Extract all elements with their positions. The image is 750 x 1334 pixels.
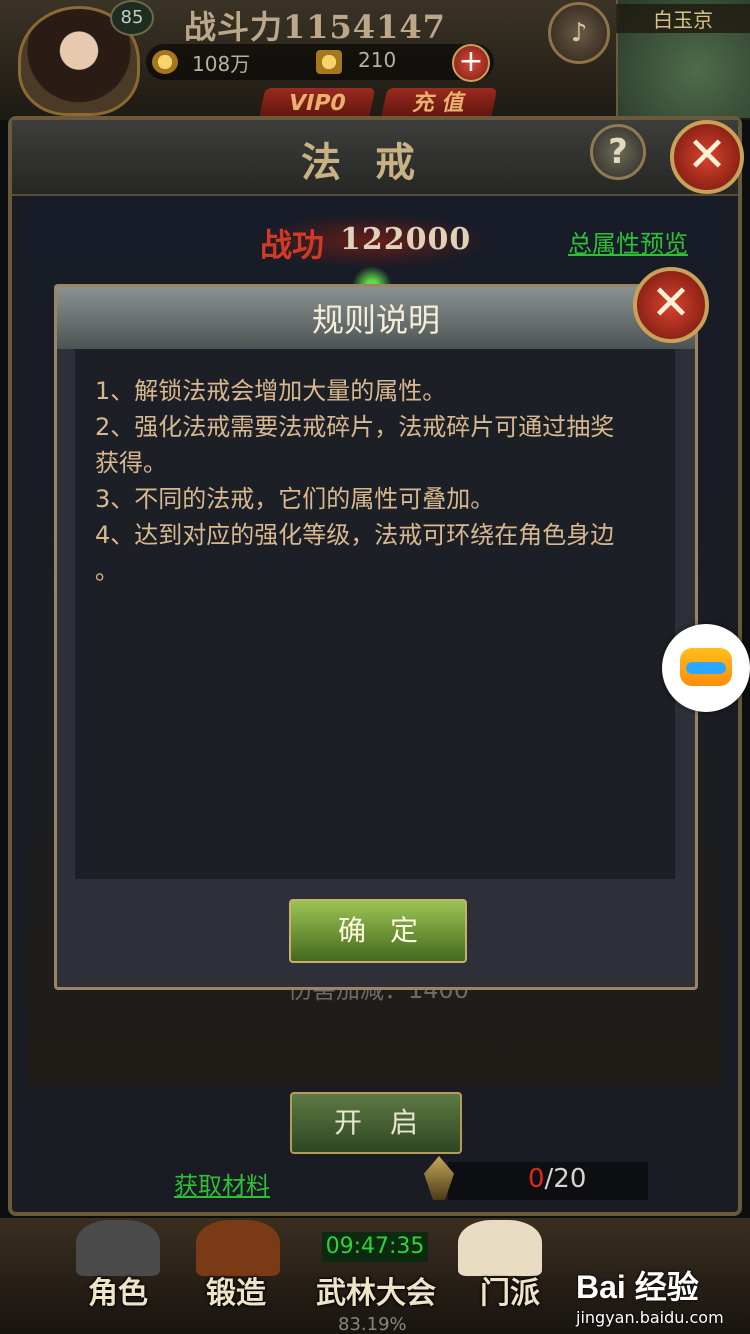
material-need: /20 [544, 1164, 587, 1194]
close-panel-button[interactable]: ✕ [670, 120, 744, 194]
dialog-title: 规则说明 [311, 301, 440, 339]
controller-pad [680, 648, 732, 686]
event-timer: 09:47:35 [322, 1232, 428, 1262]
close-dialog-button[interactable]: ✕ [633, 267, 709, 343]
score-label: 战功 [260, 226, 325, 264]
rules-content: 1、解锁法戒会增加大量的属性。 2、强化法戒需要法戒碎片，法戒碎片可通过抽奖 获… [75, 349, 675, 879]
add-currency-button[interactable]: + [452, 44, 490, 82]
exp-progress: 83.19% [338, 1314, 407, 1334]
rule-line: 。 [95, 557, 119, 585]
rule-line: 获得。 [95, 449, 167, 477]
rule-line: 4、达到对应的强化等级，法戒可环绕在角色身边 [95, 521, 615, 549]
panel-header: 法戒 ? ✕ [12, 120, 744, 196]
open-button[interactable]: 开启 [290, 1092, 462, 1154]
confirm-button[interactable]: 确定 [289, 899, 467, 963]
copper-amount: 108万 [192, 52, 251, 76]
combat-score: 战功 122000 [252, 214, 492, 268]
rule-line: 1、解锁法戒会增加大量的属性。 [95, 377, 447, 405]
baidu-url: jingyan.baidu.com [576, 1308, 724, 1327]
gold-ingot-icon [316, 50, 342, 74]
minimap-location: 白玉京 [616, 4, 750, 33]
dialog-header: 规则说明 [57, 287, 695, 349]
total-power: 战斗力1154147 [184, 8, 446, 46]
baidu-watermark: Bai 经验 jingyan.baidu.com [576, 1262, 744, 1327]
sound-icon[interactable]: ♪ [548, 2, 610, 64]
baidu-logo: Bai 经验 [576, 1269, 699, 1305]
nav-martial-tournament[interactable]: 武林大会 [314, 1268, 438, 1312]
rules-dialog: 规则说明 ✕ 1、解锁法戒会增加大量的属性。 2、强化法戒需要法戒碎片，法戒碎片… [54, 267, 709, 990]
score-value: 122000 [340, 222, 472, 257]
help-button[interactable]: ? [590, 124, 646, 180]
rule-line: 3、不同的法戒，它们的属性可叠加。 [95, 485, 495, 513]
copper-coin-icon [152, 50, 178, 74]
gold-amount: 210 [358, 48, 397, 72]
nav-role[interactable]: 角色 [58, 1268, 178, 1312]
player-level: 85 [110, 0, 154, 36]
top-hud: 85 战斗力1154147 108万 210 + ♪ 白玉京 VIP0 充 值 [0, 0, 750, 120]
currency-bar: 108万 210 [146, 44, 494, 80]
get-material-link[interactable]: 获取材料 [174, 1166, 270, 1201]
nav-sect[interactable]: 门派 [450, 1268, 570, 1312]
material-count: 0/20 [528, 1164, 586, 1194]
nav-forge[interactable]: 锻造 [176, 1268, 296, 1312]
attribute-preview-link[interactable]: 总属性预览 [568, 224, 688, 259]
material-have: 0 [528, 1164, 545, 1194]
game-controller-icon[interactable] [662, 624, 750, 712]
rule-line: 2、强化法戒需要法戒碎片，法戒碎片可通过抽奖 [95, 413, 615, 441]
